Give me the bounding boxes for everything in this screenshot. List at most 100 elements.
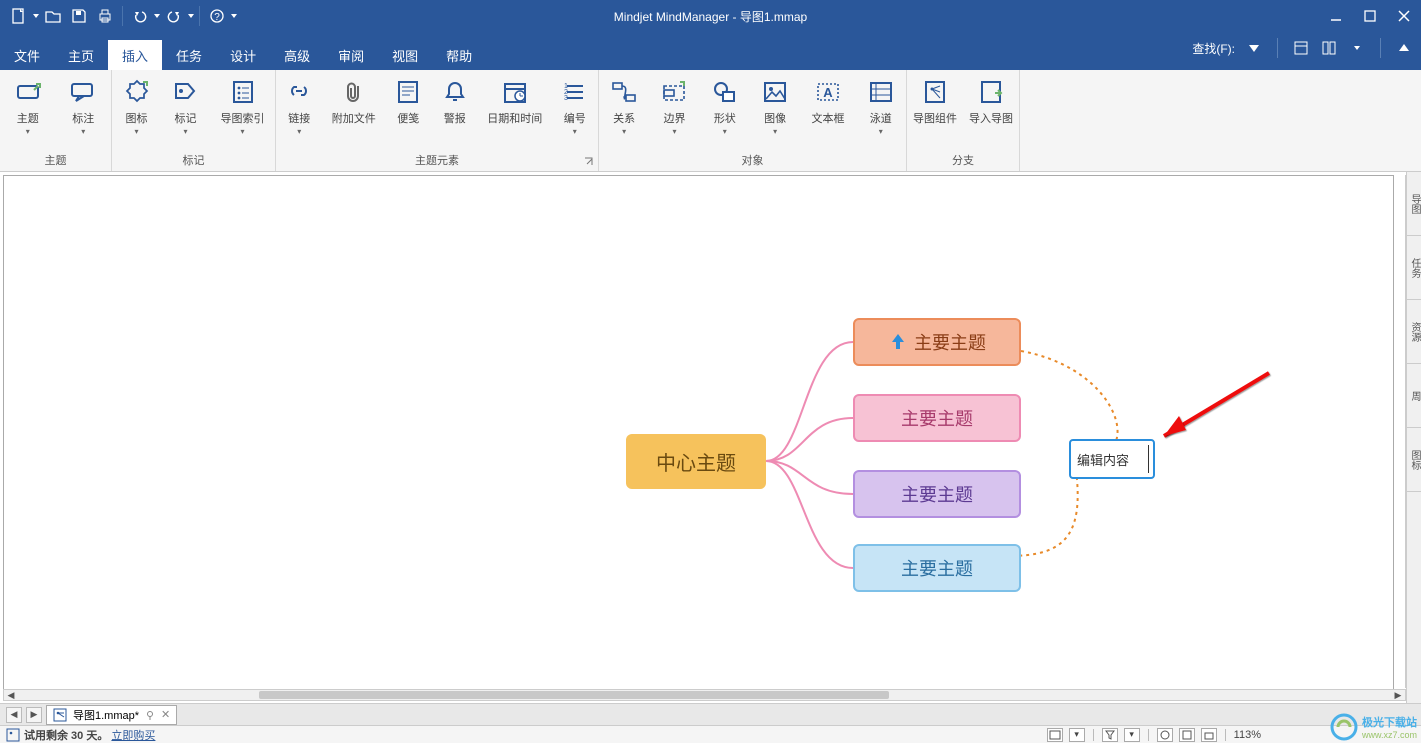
ribbon-image-button[interactable]: 图像▾	[757, 76, 793, 138]
header-dropdown-icon[interactable]	[1348, 39, 1366, 57]
sidebar-tab-任务[interactable]: 任务	[1407, 236, 1421, 300]
menu-主页[interactable]: 主页	[54, 40, 108, 70]
ribbon-parts-label: 导图组件	[913, 110, 957, 126]
number-dropdown-icon[interactable]: ▾	[573, 127, 577, 136]
ribbon-parts-button[interactable]: 导图组件	[909, 76, 961, 128]
ribbon-import-button[interactable]: 导入导图	[965, 76, 1017, 128]
tab-nav-next[interactable]: ▶	[26, 707, 42, 723]
ribbon-note-button[interactable]: 便笺	[390, 76, 426, 128]
menu-插入[interactable]: 插入	[108, 40, 162, 70]
ribbon-boundary-button[interactable]: 边界▾	[656, 76, 692, 138]
main-topic-1-label: 主要主题	[914, 329, 986, 355]
sidebar-tab-导图[interactable]: 导图	[1407, 172, 1421, 236]
menu-视图[interactable]: 视图	[378, 40, 432, 70]
view-mode-1-icon[interactable]	[1047, 728, 1063, 742]
ribbon-attach-button[interactable]: 附加文件	[328, 76, 380, 128]
topic-icon	[14, 78, 42, 106]
minimize-button[interactable]	[1319, 0, 1353, 32]
redo-icon[interactable]	[161, 3, 187, 29]
filter-dropdown-icon[interactable]: ▾	[1124, 728, 1140, 742]
scroll-right-icon[interactable]: ▶	[1391, 690, 1405, 700]
image-icon	[761, 78, 789, 106]
tab-nav-prev[interactable]: ◀	[6, 707, 22, 723]
redo-dropdown-icon[interactable]	[187, 14, 195, 18]
menu-高级[interactable]: 高级	[270, 40, 324, 70]
open-file-icon[interactable]	[40, 3, 66, 29]
status-icon-b[interactable]	[1179, 728, 1195, 742]
undo-icon[interactable]	[127, 3, 153, 29]
maximize-button[interactable]	[1353, 0, 1387, 32]
filter-icon[interactable]	[1102, 728, 1118, 742]
doc-tab-close-icon[interactable]: ✕	[161, 708, 170, 721]
boundary-dropdown-icon[interactable]: ▾	[672, 127, 676, 136]
document-tab[interactable]: 导图1.mmap* ✕	[46, 705, 177, 725]
ribbon-number-button[interactable]: 123编号▾	[557, 76, 593, 138]
menu-帮助[interactable]: 帮助	[432, 40, 486, 70]
horizontal-scrollbar[interactable]: ◀ ▶	[3, 689, 1406, 701]
topic-dropdown-icon[interactable]: ▾	[26, 127, 30, 136]
view-dropdown-icon[interactable]: ▾	[1069, 728, 1085, 742]
callout-edit[interactable]: 编辑内容	[1069, 439, 1155, 479]
ribbon-tag-button[interactable]: 标记▾	[168, 76, 204, 138]
sidebar-tab-周[interactable]: 周	[1407, 364, 1421, 428]
collapse-ribbon-icon[interactable]	[1395, 39, 1413, 57]
help-dropdown-icon[interactable]	[230, 14, 238, 18]
sidebar-tab-图标[interactable]: 图标	[1407, 428, 1421, 492]
ribbon-relation-button[interactable]: 关系▾	[606, 76, 642, 138]
relation-dropdown-icon[interactable]: ▾	[622, 127, 626, 136]
scroll-left-icon[interactable]: ◀	[4, 690, 18, 700]
ribbon-group-label-主题: 主题	[0, 149, 111, 171]
help-icon[interactable]: ?	[204, 3, 230, 29]
callout-dropdown-icon[interactable]: ▾	[81, 127, 85, 136]
ribbon-textbox-button[interactable]: A文本框	[807, 76, 848, 128]
shape-dropdown-icon[interactable]: ▾	[723, 127, 727, 136]
status-icon-c[interactable]	[1201, 728, 1217, 742]
menu-文件[interactable]: 文件	[0, 40, 54, 70]
ribbon-group-label-分支: 分支	[907, 149, 1019, 171]
print-icon[interactable]	[92, 3, 118, 29]
status-bar: 试用剩余 30 天。 立即购买 ▾ ▾ 113%	[0, 725, 1421, 743]
ribbon-datetime-button[interactable]: 日期和时间	[483, 76, 546, 128]
save-icon[interactable]	[66, 3, 92, 29]
group-launcher-icon[interactable]	[583, 157, 595, 169]
main-topic-2[interactable]: 主要主题	[853, 394, 1021, 442]
canvas[interactable]: 中心主题 主要主题 主要主题 主要主题 主要主题 编辑内容	[3, 175, 1394, 691]
index-dropdown-icon[interactable]: ▾	[240, 127, 244, 136]
ribbon-shape-button[interactable]: 形状▾	[707, 76, 743, 138]
new-file-icon[interactable]	[6, 3, 32, 29]
ribbon-index-button[interactable]: 导图索引▾	[217, 76, 269, 138]
central-topic[interactable]: 中心主题	[626, 434, 766, 489]
ribbon-callout-button[interactable]: 标注▾	[65, 76, 101, 138]
header-icon-2[interactable]	[1320, 39, 1338, 57]
header-icon-1[interactable]	[1292, 39, 1310, 57]
find-dropdown-icon[interactable]	[1245, 39, 1263, 57]
menu-设计[interactable]: 设计	[216, 40, 270, 70]
main-topic-3[interactable]: 主要主题	[853, 470, 1021, 518]
link-dropdown-icon[interactable]: ▾	[297, 127, 301, 136]
icon-dropdown-icon[interactable]: ▾	[134, 127, 138, 136]
ribbon-alert-button[interactable]: 警报	[437, 76, 473, 128]
tag-dropdown-icon[interactable]: ▾	[183, 127, 187, 136]
ribbon-callout-label: 标注	[72, 110, 94, 126]
menu-审阅[interactable]: 审阅	[324, 40, 378, 70]
zoom-level[interactable]: 113%	[1234, 729, 1261, 741]
buy-now-link[interactable]: 立即购买	[111, 730, 155, 742]
doc-tab-pin-icon[interactable]	[145, 710, 155, 720]
status-icon-a[interactable]	[1157, 728, 1173, 742]
swim-dropdown-icon[interactable]: ▾	[879, 127, 883, 136]
ribbon-topic-button[interactable]: 主题▾	[10, 76, 46, 138]
main-topic-1[interactable]: 主要主题	[853, 318, 1021, 366]
main-topic-4[interactable]: 主要主题	[853, 544, 1021, 592]
ribbon-shape-label: 形状	[714, 110, 736, 126]
ribbon-link-button[interactable]: 链接▾	[281, 76, 317, 138]
image-dropdown-icon[interactable]: ▾	[773, 127, 777, 136]
undo-dropdown-icon[interactable]	[153, 14, 161, 18]
number-icon: 123	[561, 78, 589, 106]
new-file-dropdown-icon[interactable]	[32, 14, 40, 18]
ribbon-swim-button[interactable]: 泳道▾	[863, 76, 899, 138]
hscroll-thumb[interactable]	[259, 691, 889, 699]
menu-任务[interactable]: 任务	[162, 40, 216, 70]
ribbon-icon-button[interactable]: 图标▾	[119, 76, 155, 138]
sidebar-tab-资源[interactable]: 资源	[1407, 300, 1421, 364]
close-button[interactable]	[1387, 0, 1421, 32]
